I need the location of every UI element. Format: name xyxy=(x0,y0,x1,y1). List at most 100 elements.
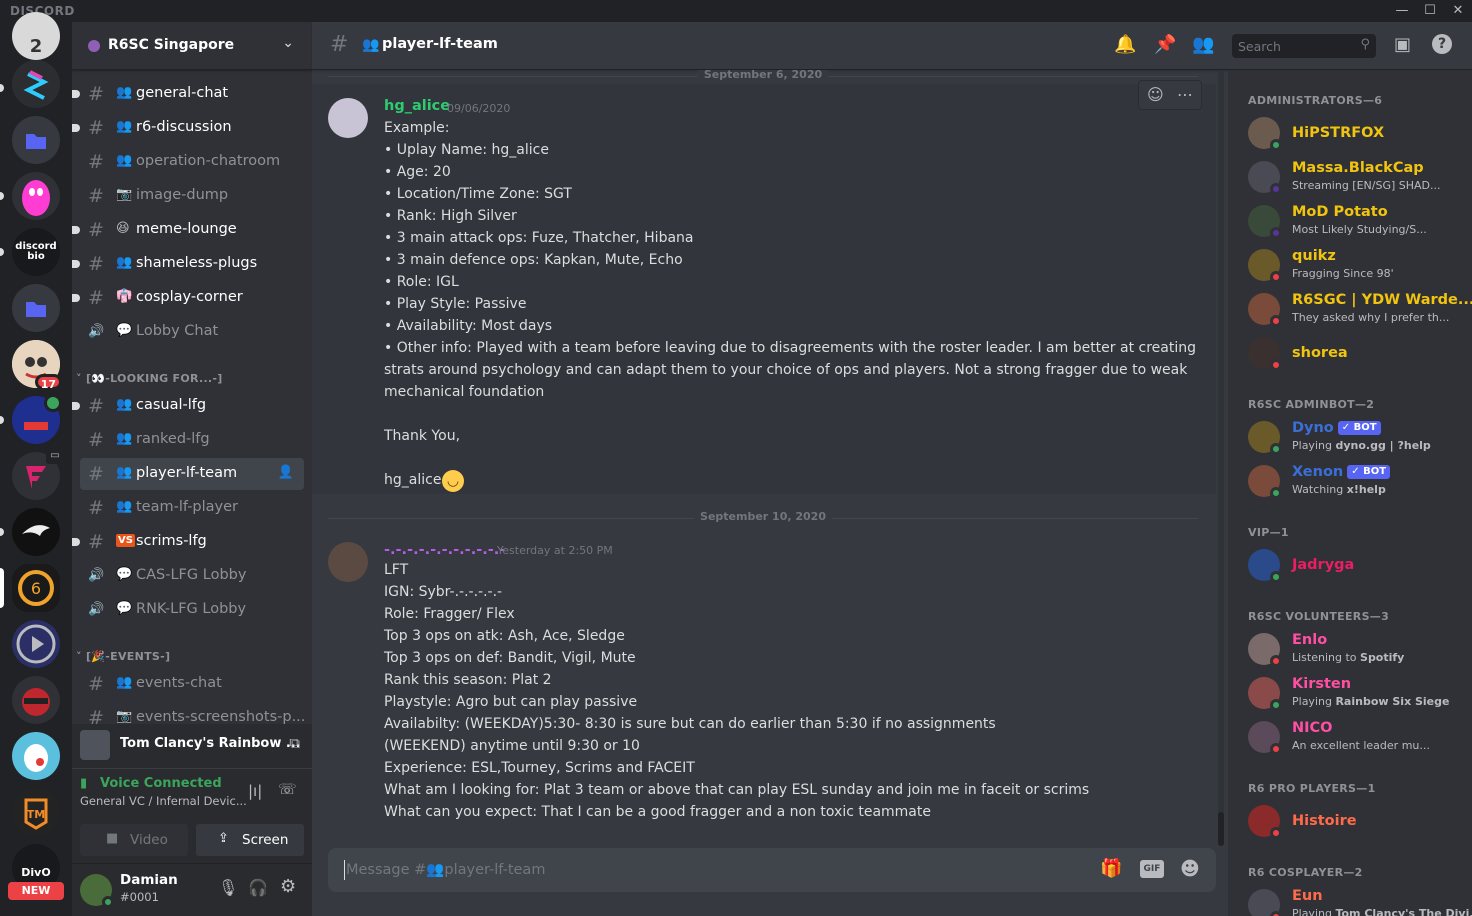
guild-header[interactable]: R6SC Singapore ⌄ xyxy=(72,22,312,70)
server-icon[interactable] xyxy=(12,60,60,108)
server-icon[interactable] xyxy=(12,732,60,780)
member-name: Enlo xyxy=(1292,632,1328,648)
member-item[interactable]: NICO An excellent leader mu... xyxy=(1236,716,1464,758)
channel-item[interactable]: # 👥 team-lf-player xyxy=(80,492,304,524)
member-item[interactable]: MoD Potato Most Likely Studying/S... xyxy=(1236,200,1464,242)
channel-item[interactable]: 🔊 💬 Lobby Chat xyxy=(80,316,304,348)
channel-item[interactable]: # 👥 player-lf-team 👤 xyxy=(80,458,304,490)
message-line: • Play Style: Passive xyxy=(384,296,527,312)
search-input[interactable]: Search ⚲ xyxy=(1232,34,1376,58)
inbox-icon[interactable]: ▣ xyxy=(1394,34,1411,55)
channel-item[interactable]: # 👥 shameless-plugs xyxy=(72,248,304,280)
member-item[interactable]: shorea xyxy=(1236,332,1464,374)
member-item[interactable]: Eun Playing Tom Clancy's The Divi... xyxy=(1236,884,1472,916)
member-item[interactable]: Massa.BlackCap Streaming [EN/SG] SHAD... xyxy=(1236,156,1464,198)
channel-name: r6-discussion xyxy=(136,119,232,135)
server-folder[interactable] xyxy=(12,284,60,332)
member-item[interactable]: Enlo Listening to Spotify xyxy=(1236,628,1464,670)
member-activity: Fragging Since 98' xyxy=(1292,267,1394,280)
server-icon[interactable] xyxy=(12,172,60,220)
server-icon[interactable]: TM xyxy=(12,788,60,836)
disconnect-icon[interactable]: ☏ xyxy=(278,780,297,798)
gif-icon[interactable]: GIF xyxy=(1140,860,1164,878)
more-icon[interactable]: ⋯ xyxy=(1177,85,1193,104)
server-icon[interactable]: discord bio xyxy=(12,228,60,276)
gift-icon[interactable]: 🎁 xyxy=(1100,858,1122,879)
server-icon[interactable]: DivO NEW xyxy=(8,844,64,900)
voice-status[interactable]: Voice Connected xyxy=(100,776,222,791)
member-name-wrap: HiPSTRFOX xyxy=(1292,125,1384,141)
member-item[interactable]: R6SGC | YDW Warde... They asked why I pre… xyxy=(1236,288,1472,330)
gear-icon[interactable]: ⚙ xyxy=(280,876,296,897)
headphones-icon[interactable]: 🎧 xyxy=(248,878,268,897)
group-icon: 👥 xyxy=(116,255,133,270)
screen-share-icon[interactable]: ⧉ xyxy=(289,734,300,752)
bell-icon[interactable]: 🔔 xyxy=(1114,34,1136,55)
avatar[interactable] xyxy=(328,542,368,582)
screen-button[interactable]: ⇪ Screen xyxy=(196,824,304,856)
category-label: [👀-LOOKING FOR...-] xyxy=(85,372,223,385)
video-button[interactable]: ■ Video xyxy=(80,824,188,856)
member-item[interactable]: Jadryga xyxy=(1236,544,1464,586)
unread-indicator xyxy=(0,248,4,256)
server-icon[interactable] xyxy=(12,508,60,556)
date-divider-label: September 6, 2020 xyxy=(697,70,829,81)
server-icon[interactable] xyxy=(12,394,62,444)
message-author[interactable]: -.-.-.-.-.-.-.-.-.-.- xyxy=(384,542,505,558)
channel-item[interactable]: # 👥 r6-discussion xyxy=(72,112,304,144)
close-button[interactable]: ✕ xyxy=(1444,2,1472,20)
server-icon[interactable]: ▭ xyxy=(12,450,64,500)
member-item[interactable]: quikz Fragging Since 98' xyxy=(1236,244,1464,286)
message-composer[interactable]: Message #👥player-lf-team 🎁 GIF ☻ xyxy=(328,848,1216,892)
member-item[interactable]: Dyno ✓ BOT Playing dyno.gg | ?help xyxy=(1236,416,1464,458)
channel-item[interactable]: # 👥 operation-chatroom xyxy=(80,146,304,178)
member-name-wrap: Jadryga xyxy=(1292,557,1354,573)
activity-text: x!help xyxy=(1346,483,1386,496)
category-looking-for[interactable]: ˅ [👀-LOOKING FOR...-] xyxy=(76,372,223,385)
member-item[interactable]: Xenon ✓ BOT Watching x!help xyxy=(1236,460,1464,502)
scrollbar-thumb[interactable] xyxy=(1218,812,1224,846)
channel-item[interactable]: # VS scrims-lfg xyxy=(72,526,304,558)
server-icon[interactable] xyxy=(12,676,60,724)
group-icon: 👥 xyxy=(116,153,133,168)
channel-item[interactable]: # 😆 meme-lounge xyxy=(72,214,304,246)
member-item[interactable]: Histoire xyxy=(1236,800,1464,842)
member-group-title: ADMINISTRATORS—6 xyxy=(1248,94,1383,107)
channel-item[interactable]: # 👘 cosplay-corner xyxy=(72,282,304,314)
server-icon[interactable] xyxy=(12,620,60,668)
category-events[interactable]: ˅ [🎉-EVENTS-] xyxy=(76,650,170,663)
minimize-button[interactable]: — xyxy=(1388,2,1416,20)
channel-item[interactable]: # 👥 events-chat xyxy=(80,668,304,700)
channel-item[interactable]: 🔊 💬 RNK-LFG Lobby xyxy=(80,594,304,626)
message-author[interactable]: hg_alice xyxy=(384,98,450,114)
channel-item[interactable]: 🔊 💬 CAS-LFG Lobby xyxy=(80,560,304,592)
server-icon[interactable]: 17 xyxy=(12,340,62,391)
server-folder[interactable] xyxy=(12,116,60,164)
date-divider: September 10, 2020 xyxy=(328,510,1198,523)
server-icon-selected[interactable]: 6 xyxy=(12,564,60,612)
member-name-wrap: Histoire xyxy=(1292,813,1357,829)
server-icon[interactable]: 2 xyxy=(12,12,60,60)
pin-icon[interactable]: 📌 xyxy=(1154,34,1176,55)
play-icon xyxy=(16,624,56,664)
member-item[interactable]: HiPSTRFOX xyxy=(1236,112,1464,154)
channel-item[interactable]: # 👥 general-chat xyxy=(72,78,304,110)
help-icon[interactable]: ? xyxy=(1432,34,1452,54)
voice-location[interactable]: General VC / Infernal Devic... xyxy=(80,794,247,808)
microphone-icon[interactable]: 🎙 xyxy=(218,878,238,897)
avatar[interactable] xyxy=(328,98,368,138)
member-activity: Watching x!help xyxy=(1292,483,1386,496)
scrollbar-track[interactable] xyxy=(1218,70,1224,846)
maximize-button[interactable]: ☐ xyxy=(1416,2,1444,20)
channel-item[interactable]: # 📷 image-dump xyxy=(80,180,304,212)
channel-item[interactable]: # 👥 casual-lfg xyxy=(72,390,304,422)
add-reaction-icon[interactable]: ☺ xyxy=(1147,85,1164,104)
members-icon[interactable]: 👥 xyxy=(1192,34,1214,55)
channel-item[interactable]: # 👥 ranked-lfg xyxy=(80,424,304,456)
invite-icon[interactable]: 👤 xyxy=(278,465,294,480)
speech-icon: 💬 xyxy=(116,323,133,338)
emoji-icon[interactable]: ☻ xyxy=(1180,858,1200,880)
unread-indicator xyxy=(72,226,80,234)
noise-suppression-icon[interactable]: |ı| xyxy=(248,782,262,800)
member-item[interactable]: Kirsten Playing Rainbow Six Siege xyxy=(1236,672,1464,714)
